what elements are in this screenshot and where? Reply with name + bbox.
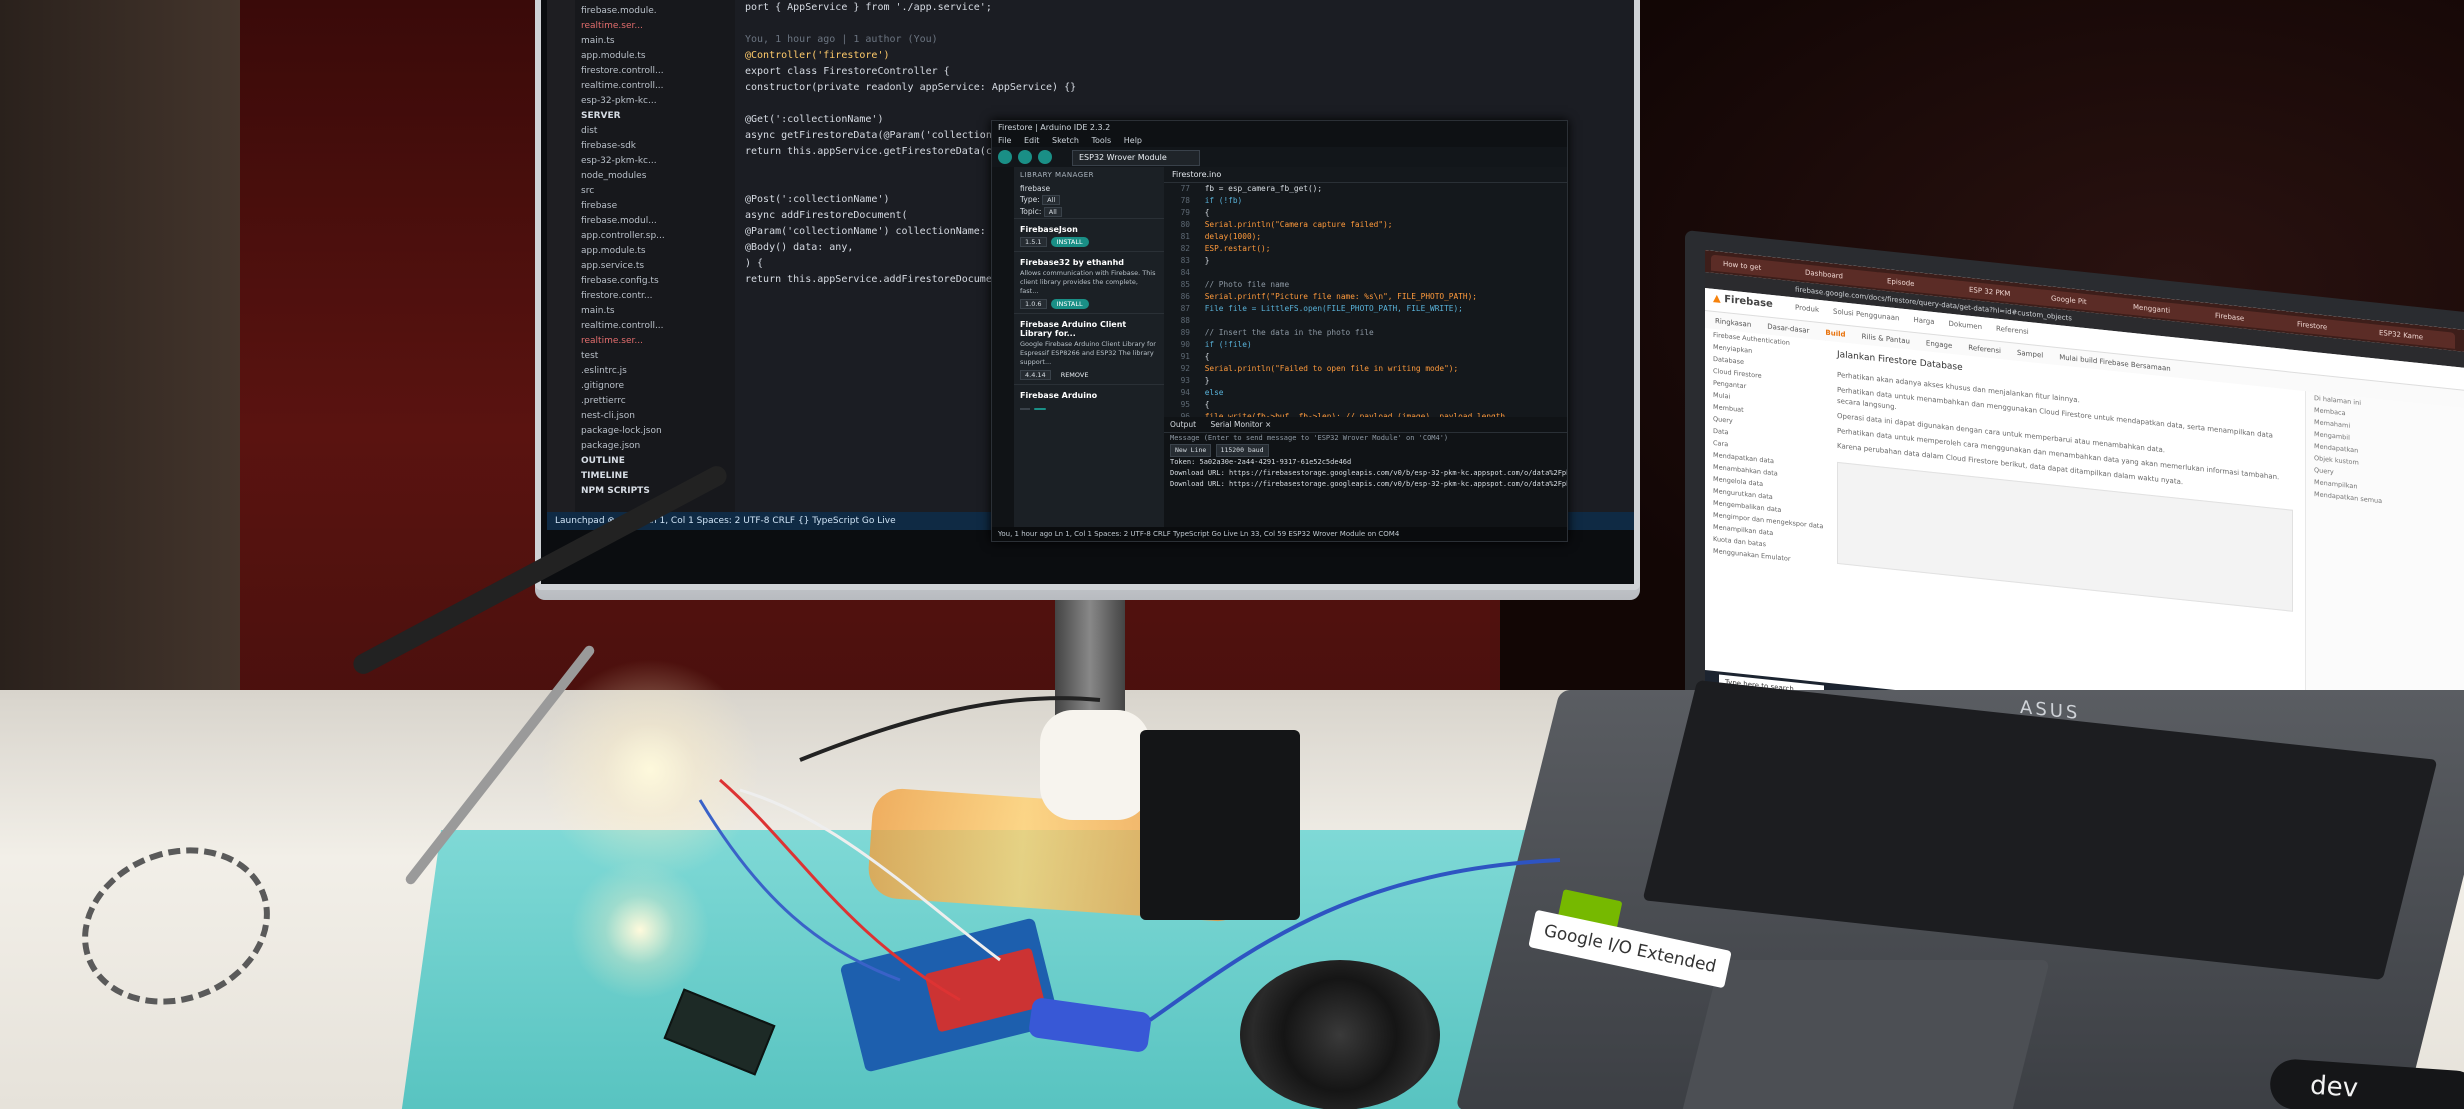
photo-scene: hp firebase.module.realtime.ser...main.t… — [0, 0, 2464, 1109]
usb-cable — [1148, 858, 1561, 1022]
black-cable — [799, 696, 1101, 762]
wires — [698, 696, 1561, 1022]
red-wire — [719, 778, 961, 1002]
blue-wire — [698, 799, 901, 982]
